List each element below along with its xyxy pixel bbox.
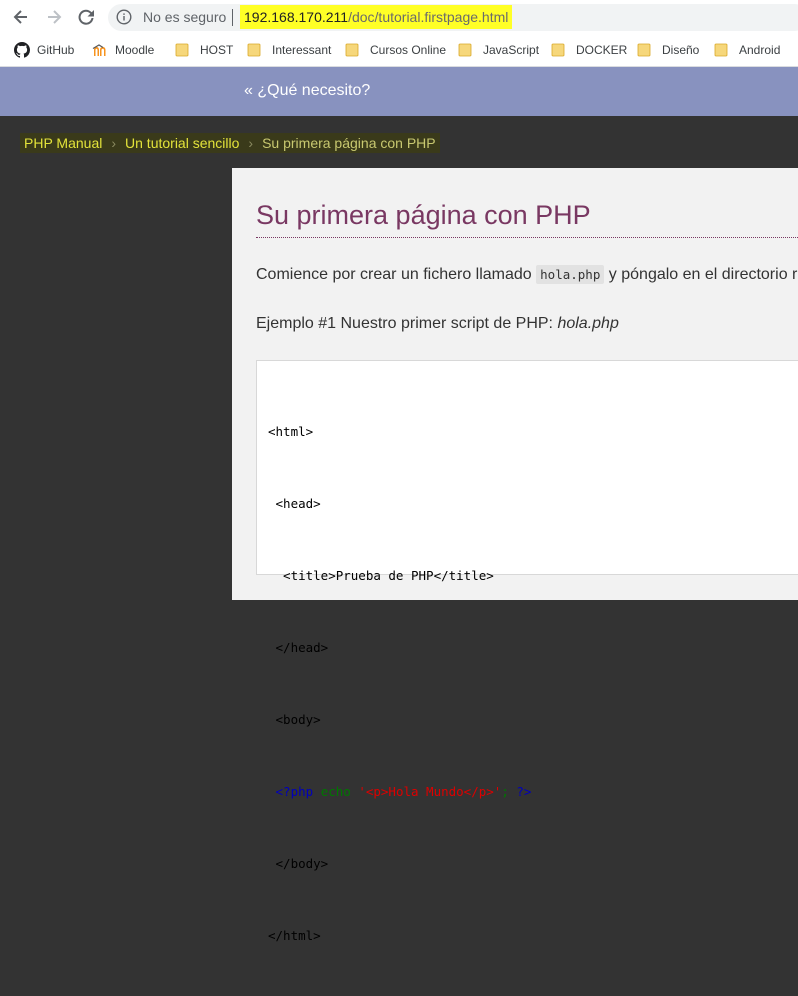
- security-status[interactable]: No es seguro: [143, 9, 226, 26]
- folder-icon: [345, 43, 359, 57]
- bookmark-label: Moodle: [115, 43, 155, 57]
- arrow-left-icon: [13, 10, 27, 24]
- bookmark-label: DOCKER: [576, 43, 628, 57]
- url-text[interactable]: 192.168.170.211/doc/tutorial.firstpage.h…: [240, 5, 513, 29]
- url-host: 192.168.170.211: [244, 9, 349, 25]
- example-filename: hola.php: [557, 315, 619, 332]
- folder-icon: [175, 43, 189, 57]
- bookmark-moodle[interactable]: Moodle: [92, 40, 154, 60]
- address-bar[interactable]: No es seguro 192.168.170.211/doc/tutoria…: [108, 4, 798, 31]
- example-title-text: Ejemplo #1 Nuestro primer script de PHP:: [256, 315, 558, 332]
- breadcrumb-php-manual[interactable]: PHP Manual: [24, 135, 102, 151]
- breadcrumb-separator: ›: [248, 135, 254, 151]
- bookmark-folder-cursos-online[interactable]: Cursos Online: [345, 40, 446, 60]
- bookmark-folder-javascript[interactable]: JavaScript: [458, 40, 539, 60]
- php-close-tag: ?>: [516, 784, 532, 799]
- bookmark-folder-interessant[interactable]: Interessant: [247, 40, 331, 60]
- breadcrumb-bar: PHP Manual › Un tutorial sencillo › Su p…: [0, 116, 798, 168]
- folder-icon: [247, 43, 261, 57]
- arrow-right-icon: [48, 10, 62, 24]
- folder-icon: [458, 43, 472, 57]
- address-divider: [232, 9, 233, 26]
- page-title: Su primera página con PHP: [256, 198, 798, 238]
- browser-toolbar: No es seguro 192.168.170.211/doc/tutoria…: [0, 0, 798, 34]
- url-path: /doc/tutorial.firstpage.html: [348, 9, 509, 25]
- code-line: <html>: [268, 424, 314, 439]
- php-string: '<p>Hola Mundo</p>': [358, 784, 502, 799]
- php-echo-keyword: echo: [320, 784, 359, 799]
- bookmark-label: GitHub: [37, 43, 75, 57]
- code-line-php: <?php echo '<p>Hola Mundo</p>'; ?>: [268, 780, 532, 804]
- folder-icon: [637, 43, 651, 57]
- prev-page-link[interactable]: « ¿Qué necesito?: [244, 81, 370, 101]
- code-line: </html>: [268, 928, 321, 943]
- bookmark-folder-diseno[interactable]: Diseño: [637, 40, 699, 60]
- bookmark-folder-android[interactable]: Android: [714, 40, 780, 60]
- bookmark-folder-host[interactable]: HOST: [175, 40, 233, 60]
- code-line: <body>: [268, 712, 321, 727]
- bookmark-label: HOST: [200, 43, 234, 57]
- bookmark-label: Interessant: [272, 43, 332, 57]
- code-line: <title>Prueba de PHP</title>: [268, 568, 494, 583]
- breadcrumb-separator: ›: [111, 135, 117, 151]
- code-example-block: <html> <head> <title>Prueba de PHP</titl…: [256, 360, 798, 943]
- back-button[interactable]: [9, 5, 33, 29]
- bookmark-label: Diseño: [662, 43, 700, 57]
- bookmark-github[interactable]: GitHub: [14, 40, 74, 60]
- breadcrumb-tutorial[interactable]: Un tutorial sencillo: [125, 135, 239, 151]
- php-semicolon: ;: [501, 784, 517, 799]
- breadcrumb-current-page: Su primera página con PHP: [262, 135, 436, 151]
- bookmark-folder-docker[interactable]: DOCKER: [551, 40, 627, 60]
- inline-code-filename: hola.php: [536, 265, 605, 284]
- breadcrumb: PHP Manual › Un tutorial sencillo › Su p…: [20, 133, 440, 153]
- moodle-icon: [92, 44, 106, 56]
- example-title: Ejemplo #1 Nuestro primer script de PHP:…: [256, 313, 619, 335]
- code-line: </body>: [268, 856, 329, 871]
- main-content: Su primera página con PHP Comience por c…: [232, 168, 798, 943]
- php-open-tag: <?php: [268, 784, 321, 799]
- code-line: <head>: [268, 496, 321, 511]
- prev-page-bar: « ¿Qué necesito?: [0, 67, 798, 116]
- reload-icon: [78, 9, 94, 25]
- bookmark-label: JavaScript: [483, 43, 540, 57]
- intro-text-after: y póngalo en el directorio r: [604, 266, 798, 283]
- intro-text-before: Comience por crear un fichero llamado: [256, 266, 537, 283]
- code-line: </head>: [268, 640, 329, 655]
- bookmark-label: Cursos Online: [370, 43, 447, 57]
- bookmark-label: Android: [739, 43, 781, 57]
- code-lines: <html> <head> <title>Prueba de PHP</titl…: [268, 372, 531, 996]
- folder-icon: [551, 43, 565, 57]
- info-icon[interactable]: [116, 9, 132, 25]
- folder-icon: [714, 43, 728, 57]
- bookmarks-bar: GitHub Moodle HOST Interessant Cursos On…: [0, 34, 798, 67]
- intro-paragraph: Comience por crear un fichero llamado ho…: [256, 264, 797, 286]
- github-icon: [14, 42, 30, 58]
- reload-button[interactable]: [74, 5, 98, 29]
- forward-button[interactable]: [42, 5, 66, 29]
